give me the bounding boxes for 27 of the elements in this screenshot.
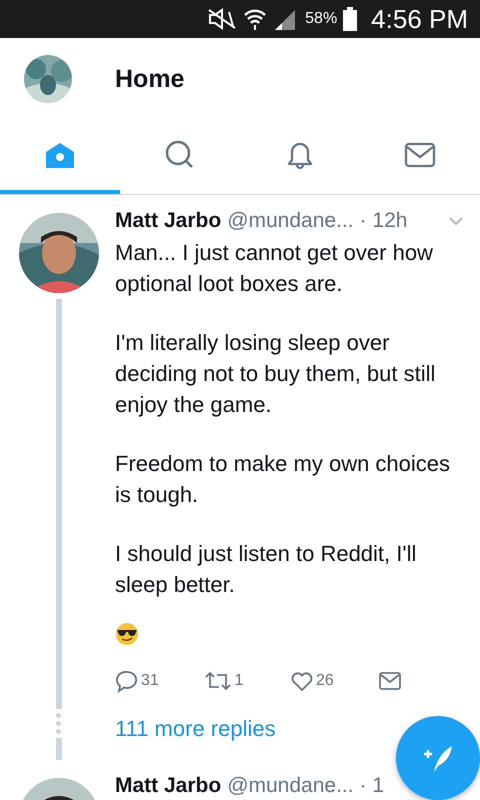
author-name: Matt Jarbo — [115, 774, 222, 798]
author-handle: @mundane... — [227, 774, 354, 798]
more-replies-link[interactable]: 111 more replies — [115, 716, 276, 742]
tweet-text: I should just listen to Reddit, I'll sleep better. — [115, 540, 418, 599]
reply-button[interactable]: 31 — [115, 669, 202, 693]
tweet-text: I'm literally losing sleep over deciding not to buy them, but still enjoy the game. — [115, 329, 436, 419]
tweet-text: Freedom to make my own choices is tough. — [115, 450, 452, 509]
mute-icon — [207, 8, 238, 30]
wifi-icon — [243, 7, 268, 31]
author-name: Matt Jarbo — [115, 209, 222, 233]
compose-button[interactable] — [396, 716, 480, 800]
clock: 4:56 PM — [371, 4, 468, 34]
chevron-icon[interactable] — [447, 215, 465, 227]
signal-icon — [273, 8, 298, 30]
author-handle: @mundane... — [227, 209, 354, 233]
tweet-time: · 12h — [360, 209, 408, 233]
mail-icon — [378, 669, 402, 693]
tweet-text: Man... I just cannot get over how optional loot boxes are. — [115, 239, 434, 298]
battery-icon — [343, 7, 358, 31]
page-title: Home — [115, 64, 184, 94]
like-button[interactable]: 26 — [290, 669, 378, 693]
retweet-button[interactable]: 1 — [202, 669, 290, 693]
tweet-time: · 1 — [360, 774, 384, 798]
retweet-icon — [202, 669, 232, 693]
battery-percent: 58% — [305, 10, 338, 28]
thread-dots — [56, 713, 61, 734]
speech-bubble-icon — [115, 669, 139, 693]
